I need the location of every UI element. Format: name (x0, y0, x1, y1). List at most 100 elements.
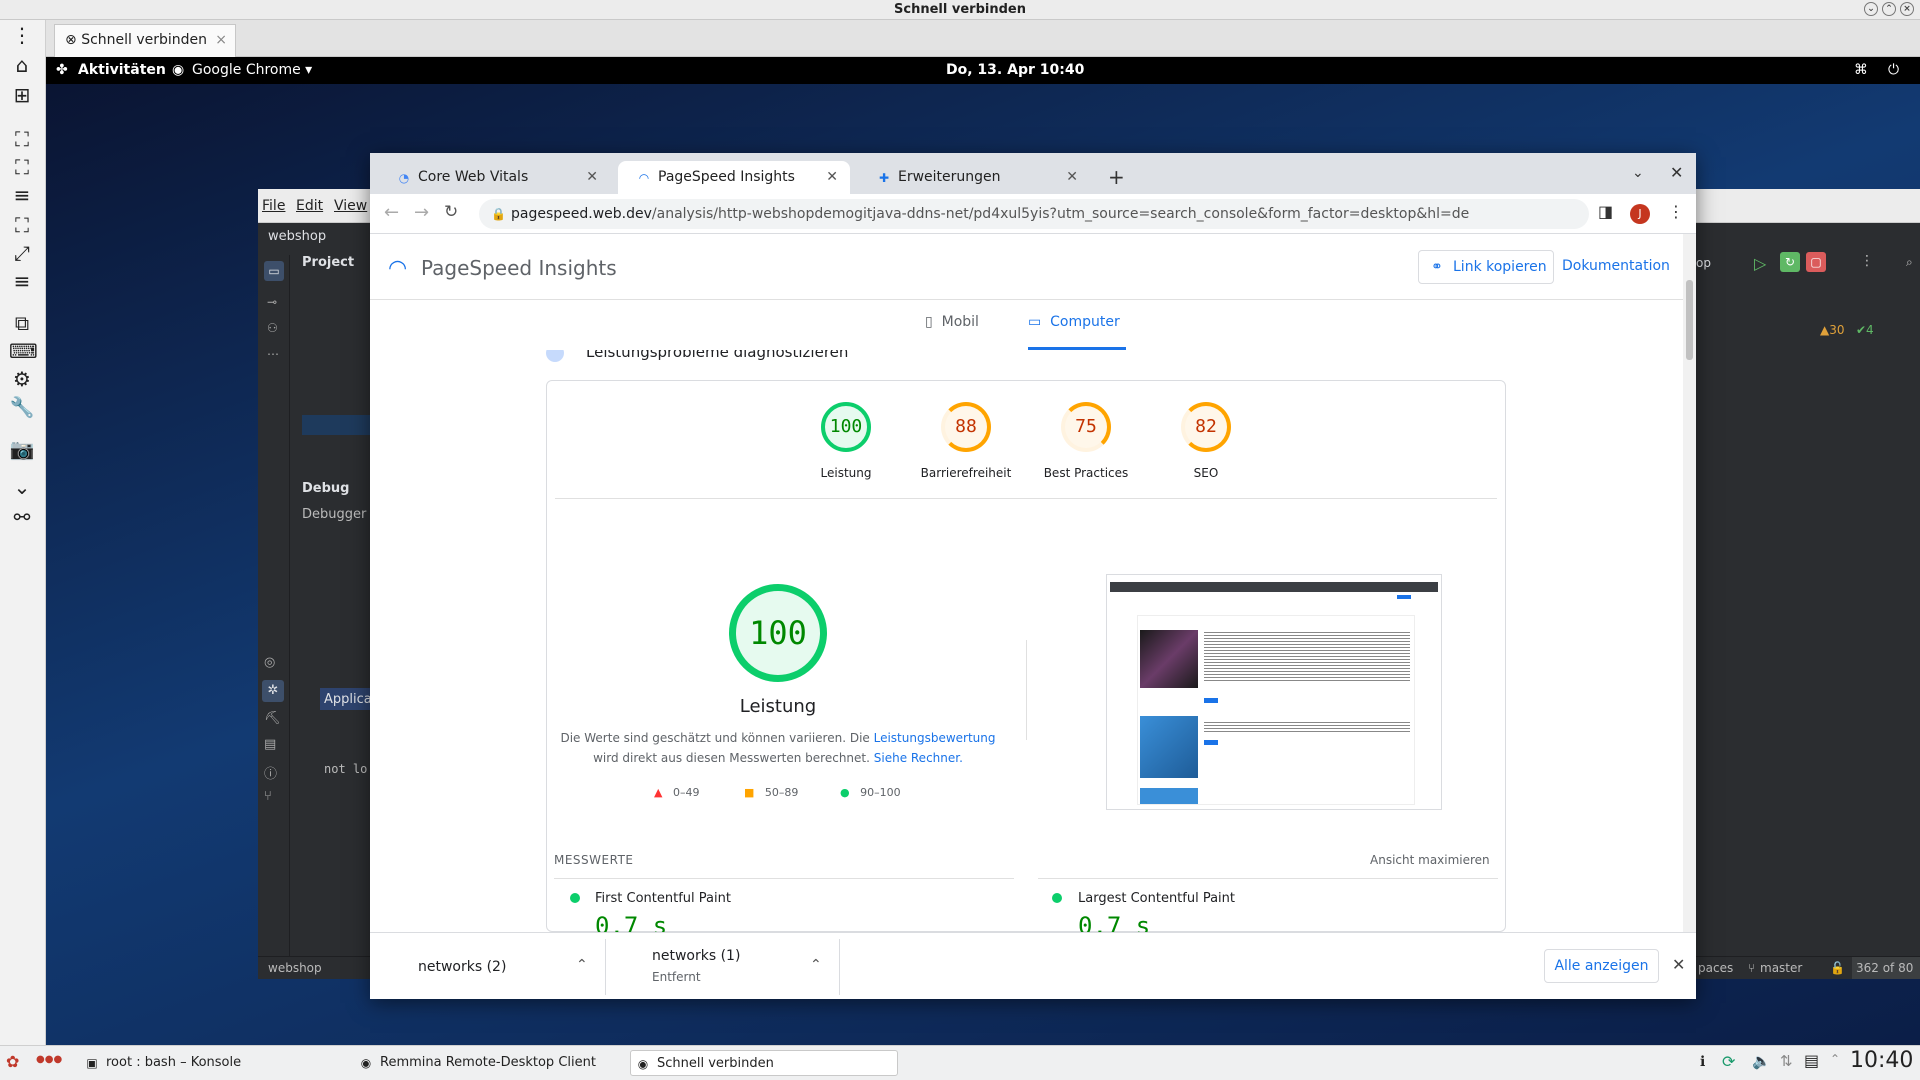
tab-mobile[interactable]: ▯ Mobil (925, 314, 979, 330)
app-launcher-icon[interactable]: ✿ (6, 1052, 19, 1071)
build-icon[interactable]: ⛏ (264, 711, 281, 726)
tab-core-web-vitals[interactable]: ◔ Core Web Vitals ✕ (378, 161, 610, 194)
check-count[interactable]: ✔4 (1856, 323, 1874, 337)
update-icon[interactable]: ⟳ (1722, 1052, 1735, 1071)
scale-icon[interactable]: ⛶ (9, 212, 35, 238)
remmina-tab[interactable]: ⊗ Schnell verbinden × (54, 24, 236, 57)
info-icon[interactable]: ℹ (1700, 1054, 1705, 1070)
close-tab-icon[interactable]: × (215, 25, 227, 55)
ide-search-icon[interactable]: ⌕ (1906, 255, 1913, 270)
menu-dots-icon[interactable]: ⋮ (9, 22, 35, 48)
gauge-performance[interactable]: 100 Leistung (791, 402, 901, 480)
activities-button[interactable]: Aktivitäten (78, 57, 166, 84)
chrome-close-icon[interactable]: ✕ (1670, 163, 1683, 182)
copy-link-button[interactable]: ⚭ Link kopieren (1418, 250, 1554, 284)
git-icon[interactable]: ⑂ (264, 789, 272, 804)
keyboard-icon[interactable]: ⌨ (9, 338, 38, 364)
profile-avatar[interactable]: J (1630, 204, 1650, 224)
download-item[interactable]: networks (1) Entfernt ⌃ (606, 939, 840, 995)
tools-icon[interactable]: 🔧 (9, 394, 35, 420)
preferences-icon[interactable]: ⚙ (9, 366, 35, 392)
download-menu-icon[interactable]: ⌃ (576, 957, 588, 973)
close-icon[interactable]: × (1900, 2, 1914, 16)
close-tab-icon[interactable]: ✕ (826, 161, 838, 194)
memory-indicator[interactable]: 362 of 80 (1852, 957, 1920, 979)
page-screenshot[interactable] (1106, 574, 1442, 810)
warning-count[interactable]: ▲30 (1820, 323, 1845, 337)
ide-app-row[interactable]: Applica (320, 688, 372, 710)
minimize-toolbar-icon[interactable]: ⌄ (9, 474, 35, 500)
home-icon[interactable]: ⌂ (9, 52, 35, 78)
taskbar-item-konsole[interactable]: ▣ root : bash – Konsole (80, 1050, 350, 1076)
new-connection-icon[interactable]: ⊞ (9, 82, 35, 108)
app-menu[interactable]: Google Chrome ▾ (192, 57, 312, 84)
gauge-best-practices[interactable]: 75 Best Practices (1031, 402, 1141, 480)
run-icon[interactable]: ▷ (1754, 254, 1766, 273)
git-branch[interactable]: master (1760, 957, 1802, 979)
terminal-icon[interactable]: ▤ (264, 737, 276, 752)
calculator-link[interactable]: Siehe Rechner. (874, 751, 963, 765)
problems-icon[interactable]: ⓘ (264, 763, 277, 782)
docs-link[interactable]: Dokumentation (1562, 258, 1670, 274)
tray-arrow-icon[interactable]: ⌃ (1830, 1052, 1840, 1066)
psi-brand[interactable]: PageSpeed Insights (421, 256, 617, 280)
pager-icon[interactable]: ●●● (36, 1054, 62, 1065)
ide-more-icon[interactable]: ⋮ (1860, 253, 1874, 269)
network-icon[interactable]: ⇅ (1780, 1052, 1793, 1070)
structure-icon[interactable]: ⚇ (267, 321, 278, 335)
sidepanel-icon[interactable]: ◨ (1598, 202, 1613, 221)
screenshot-icon[interactable]: 📷 (9, 436, 35, 462)
network-icon[interactable]: ⌘ (1854, 57, 1868, 84)
menu-icon[interactable]: ≡ (9, 268, 35, 294)
power-icon[interactable]: ⏻ (1888, 57, 1899, 84)
volume-icon[interactable]: 🔈 (1752, 1052, 1771, 1070)
services-icon[interactable]: ◎ (264, 655, 275, 670)
project-tool-icon[interactable]: ▭ (264, 261, 284, 281)
tab-extensions[interactable]: ✚ Erweiterungen ✕ (858, 161, 1090, 194)
maximize-icon[interactable]: ⌃ (1882, 2, 1896, 16)
gauge-seo[interactable]: 82 SEO (1151, 402, 1261, 480)
ide-menu-file[interactable]: File (262, 198, 285, 214)
resize-icon[interactable]: ⤢ (9, 240, 35, 266)
chrome-menu-icon[interactable]: ⋮ (1668, 202, 1684, 221)
list-icon[interactable]: ≡ (9, 182, 35, 208)
stop-icon[interactable]: ▢ (1806, 252, 1826, 272)
taskbar-item-quickconnect[interactable]: ◉ Schnell verbinden (630, 1050, 898, 1076)
close-tab-icon[interactable]: ✕ (586, 161, 598, 194)
close-shelf-icon[interactable]: ✕ (1672, 955, 1685, 974)
taskbar-clock[interactable]: 10:40 (1850, 1048, 1913, 1073)
address-bar[interactable]: 🔒 pagespeed.web.dev/analysis/http-websho… (479, 199, 1589, 229)
reload-icon[interactable]: ↻ (444, 202, 458, 222)
indent-status[interactable]: paces (1698, 957, 1733, 979)
more-tools-icon[interactable]: ⋯ (267, 347, 279, 361)
ide-project-label[interactable]: Project (302, 255, 354, 270)
ide-menu-view[interactable]: View (334, 198, 367, 214)
back-icon[interactable]: ← (384, 202, 399, 223)
fit-window-icon[interactable]: ⛶ (9, 126, 35, 152)
lock-icon[interactable]: 🔒 (491, 199, 506, 229)
fullscreen-icon[interactable]: ⛶ (9, 154, 35, 180)
rerun-icon[interactable]: ↻ (1780, 252, 1800, 272)
tab-desktop[interactable]: ▭ Computer (1028, 314, 1126, 350)
disconnect-icon[interactable]: ⚯ (9, 504, 35, 530)
close-tab-icon[interactable]: ✕ (1066, 161, 1078, 194)
tab-pagespeed[interactable]: ◠ PageSpeed Insights ✕ (618, 161, 850, 194)
new-tab-icon[interactable]: + (1108, 165, 1125, 189)
forward-icon[interactable]: → (414, 202, 429, 223)
lock-icon[interactable]: 🔓 (1830, 957, 1845, 979)
tab-search-icon[interactable]: ⌄ (1632, 165, 1644, 181)
ide-right-selector[interactable]: op (1696, 256, 1711, 270)
show-all-button[interactable]: Alle anzeigen (1544, 949, 1659, 983)
minimize-icon[interactable]: ⌄ (1864, 2, 1878, 16)
taskbar-item-remmina[interactable]: ◉ Remmina Remote-Desktop Client (354, 1050, 624, 1076)
ide-debugger-tab[interactable]: Debugger (302, 507, 366, 522)
expand-view-toggle[interactable]: Ansicht maximieren (1370, 853, 1490, 867)
clipboard-icon[interactable]: ▤ (1804, 1051, 1819, 1070)
download-item[interactable]: networks (2) ⌃ (370, 939, 606, 995)
multimonitor-icon[interactable]: ⧉ (9, 310, 35, 336)
ide-debug-label[interactable]: Debug (302, 481, 349, 496)
ide-menu-edit[interactable]: Edit (296, 198, 323, 214)
gauge-accessibility[interactable]: 88 Barrierefreiheit (911, 402, 1021, 480)
ide-project-selector[interactable]: webshop (268, 229, 326, 244)
gnome-clock[interactable]: Do, 13. Apr 10:40 (946, 57, 1084, 84)
